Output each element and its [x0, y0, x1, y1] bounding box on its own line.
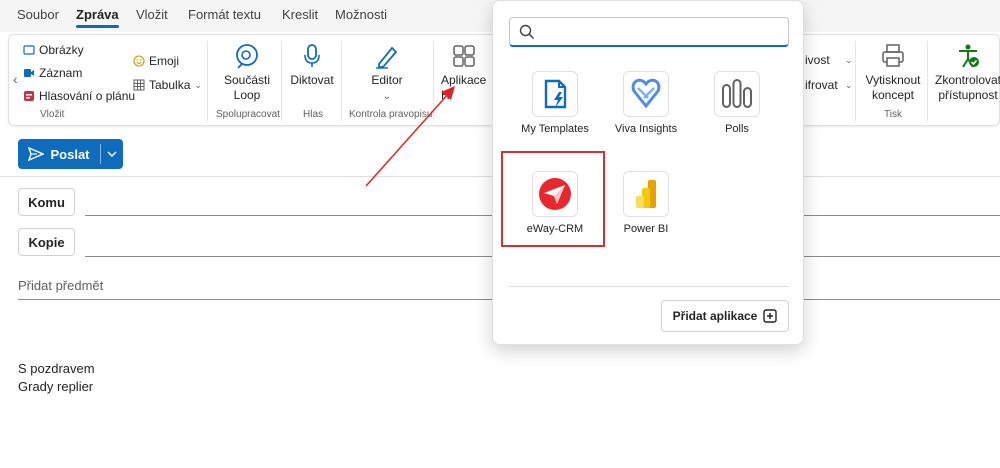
cc-button[interactable]: Kopie — [18, 228, 75, 256]
print-label-1: Vytisknout — [865, 73, 921, 87]
send-split-button: Poslat — [18, 139, 123, 169]
chevron-down-icon: ⌄ — [845, 55, 853, 65]
loop-components-button[interactable]: Součásti Loop — [217, 43, 277, 103]
ribbon-separator — [855, 41, 856, 121]
search-icon — [519, 24, 535, 40]
table-label: Tabulka — [149, 78, 191, 92]
accessibility-label-1: Zkontrolovat — [934, 73, 1000, 87]
ribbon-separator — [207, 41, 208, 121]
signature-line-2[interactable]: Grady replier — [18, 379, 93, 394]
app-name: eWay-CRM — [526, 223, 584, 235]
editor-pen-icon — [376, 46, 398, 69]
apps-label: Aplikace H — [441, 73, 487, 102]
check-accessibility-button[interactable]: Zkontrolovat přístupnost — [931, 43, 1000, 103]
chevron-down-icon: ⌄ — [845, 80, 853, 90]
images-button[interactable]: Obrázky — [23, 43, 84, 57]
add-apps-label: Přidat aplikace — [672, 309, 758, 323]
app-eway-crm[interactable]: eWay-CRM — [505, 171, 605, 235]
add-apps-button[interactable]: Přidat aplikace — [661, 300, 789, 332]
table-icon — [133, 79, 145, 91]
tab-insert[interactable]: Vložit — [136, 7, 168, 22]
printer-icon — [882, 44, 904, 67]
group-label-collaborate: Spolupracovat — [216, 109, 280, 120]
emoji-icon — [133, 55, 145, 67]
app-name: My Templates — [521, 123, 589, 135]
tab-draw[interactable]: Kreslit — [282, 7, 318, 22]
apps-search-box — [509, 17, 789, 47]
app-my-templates[interactable]: My Templates — [505, 71, 605, 135]
chevron-down-icon: ⌄ — [194, 79, 202, 90]
send-button[interactable]: Poslat — [18, 139, 100, 169]
record-icon — [24, 69, 34, 77]
apps-grid-icon — [453, 45, 475, 67]
power-bi-icon — [623, 171, 669, 217]
to-button[interactable]: Komu — [18, 188, 75, 216]
images-label: Obrázky — [39, 43, 84, 57]
ribbon-separator — [341, 41, 342, 121]
tab-file[interactable]: Soubor — [17, 7, 59, 22]
group-label-proofing: Kontrola pravopisu — [349, 109, 433, 120]
emoji-label: Emoji — [149, 54, 180, 68]
send-options-button[interactable] — [101, 139, 123, 169]
image-icon — [23, 45, 35, 55]
ribbon-separator — [433, 41, 434, 121]
loop-icon — [236, 44, 258, 69]
group-label-print: Tisk — [884, 109, 902, 120]
apps-search-input[interactable] — [544, 22, 782, 42]
send-label: Poslat — [50, 146, 90, 162]
print-label-2: koncept — [871, 88, 915, 102]
poll-label: Hlasování o plánu — [39, 89, 136, 103]
app-viva-insights[interactable]: Viva Insights — [596, 71, 696, 135]
chevron-down-icon: ⌄ — [382, 91, 392, 102]
editor-label: Editor — [371, 73, 403, 87]
print-draft-button[interactable]: Vytisknout koncept — [861, 43, 925, 103]
hidden-ribbon-item-1[interactable]: ivost — [805, 53, 830, 67]
table-button[interactable]: Tabulka ⌄ — [133, 78, 202, 92]
app-power-bi[interactable]: Power BI — [596, 171, 696, 235]
accessibility-icon — [959, 44, 979, 68]
accessibility-label-2: přístupnost — [938, 88, 998, 102]
app-name: Viva Insights — [614, 123, 678, 135]
my-templates-icon — [532, 71, 578, 117]
ribbon-scroll-left-icon[interactable]: ‹ — [13, 71, 18, 87]
record-label: Záznam — [39, 66, 83, 80]
poll-icon — [24, 91, 34, 101]
ribbon-separator — [927, 41, 928, 121]
editor-button[interactable]: Editor ⌄ — [357, 43, 417, 104]
emoji-button[interactable]: Emoji — [133, 54, 179, 68]
signature-line-1[interactable]: S pozdravem — [18, 361, 95, 376]
ribbon-separator — [281, 41, 282, 121]
polls-icon — [714, 71, 760, 117]
record-button[interactable]: Záznam — [23, 66, 82, 80]
apps-popover: My Templates Viva Insights Polls eWay-CR… — [492, 0, 804, 345]
app-polls[interactable]: Polls — [687, 71, 787, 135]
popover-separator — [509, 286, 789, 287]
group-label-insert: Vložit — [40, 109, 65, 120]
chevron-down-icon — [107, 151, 117, 157]
subject-input[interactable]: Přidat předmět — [18, 278, 103, 293]
hidden-ribbon-item-2[interactable]: ifrovat — [805, 78, 838, 92]
eway-crm-icon — [532, 171, 578, 217]
dictate-label: Diktovat — [290, 73, 334, 87]
app-name: Polls — [725, 123, 749, 135]
tab-message[interactable]: Zpráva — [76, 7, 119, 28]
tab-options[interactable]: Možnosti — [335, 7, 387, 22]
loop-label-1: Součásti — [223, 73, 271, 87]
poll-button[interactable]: Hlasování o plánu — [23, 89, 135, 103]
microphone-icon — [304, 44, 320, 67]
add-square-icon — [763, 309, 778, 323]
dictate-button[interactable]: Diktovat — [287, 43, 337, 88]
send-icon — [28, 147, 45, 161]
group-label-voice: Hlas — [303, 109, 324, 120]
tab-format-text[interactable]: Formát textu — [188, 7, 261, 22]
viva-insights-icon — [623, 71, 669, 117]
app-name: Power BI — [623, 223, 669, 235]
apps-button[interactable]: Aplikace H — [441, 43, 493, 103]
loop-label-2: Loop — [233, 88, 261, 102]
